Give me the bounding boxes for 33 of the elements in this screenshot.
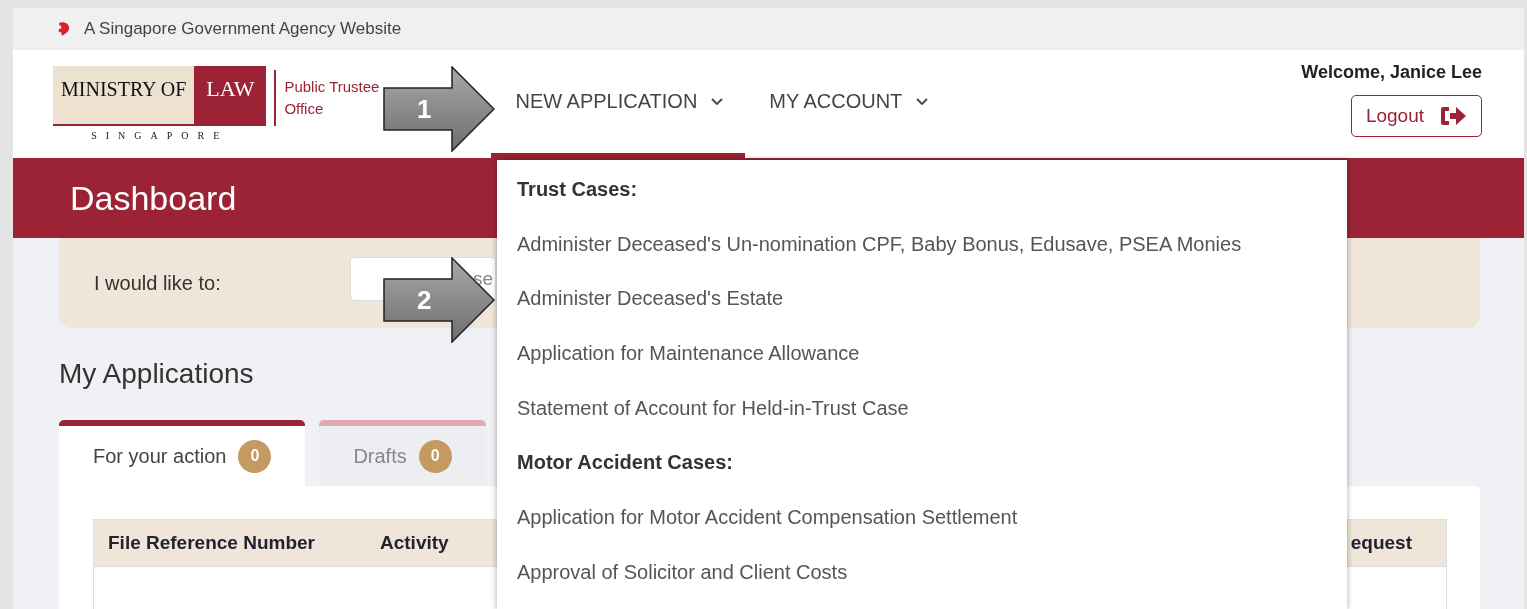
- office-name: Office: [284, 99, 325, 119]
- logo-text: MINISTRY OF: [53, 66, 195, 126]
- office-name: Public Trustee: [284, 77, 380, 97]
- menu-item[interactable]: Administer Deceased's Estate: [517, 271, 1327, 327]
- filter-label: I would like to:: [94, 271, 222, 295]
- logo-text: LAW: [194, 66, 267, 126]
- gov-banner-text: A Singapore Government Agency Website: [84, 19, 402, 39]
- menu-item[interactable]: Statement of Account for Held-in-Trust Case: [517, 380, 1327, 436]
- lion-icon: [56, 21, 72, 37]
- menu-item[interactable]: Approval of Solicitor and Client Costs: [517, 544, 1327, 600]
- menu-item[interactable]: Administer Deceased's Un-nomination CPF, Baby Bonus, Edusave, PSEA Monies: [517, 216, 1327, 272]
- sign-out-icon: [1438, 104, 1468, 128]
- menu-item[interactable]: Application for Maintenance Allowance: [517, 326, 1327, 381]
- logout-button[interactable]: Logout: [1350, 95, 1482, 137]
- nav-menu[interactable]: MY ACCOUNT: [745, 50, 951, 158]
- count-badge: 0: [418, 439, 452, 473]
- column-header: equest: [1350, 532, 1412, 554]
- logo-country: SINGAPORE: [91, 130, 229, 141]
- menu-item[interactable]: Application for Motor Accident Compensation Settlement: [517, 490, 1327, 545]
- menu-heading: Trust Cases:: [517, 176, 639, 202]
- chevron-icon: [916, 97, 929, 106]
- column-header: File Reference Number: [108, 532, 316, 554]
- page-title: Dashboard: [70, 178, 237, 218]
- section-title: My Applications: [59, 358, 254, 390]
- count-badge: 0: [238, 439, 272, 473]
- menu-heading: Motor Accident Cases:: [517, 450, 734, 476]
- tab[interactable]: For your action 0: [59, 420, 306, 486]
- tab-label: Drafts: [353, 444, 407, 468]
- column-header: Activity: [380, 532, 450, 554]
- callout-number: 1: [417, 94, 432, 125]
- tab-label: For your action: [93, 444, 227, 468]
- welcome-text: Welcome, Janice Lee: [1301, 62, 1482, 83]
- chevron-icon: [711, 97, 724, 106]
